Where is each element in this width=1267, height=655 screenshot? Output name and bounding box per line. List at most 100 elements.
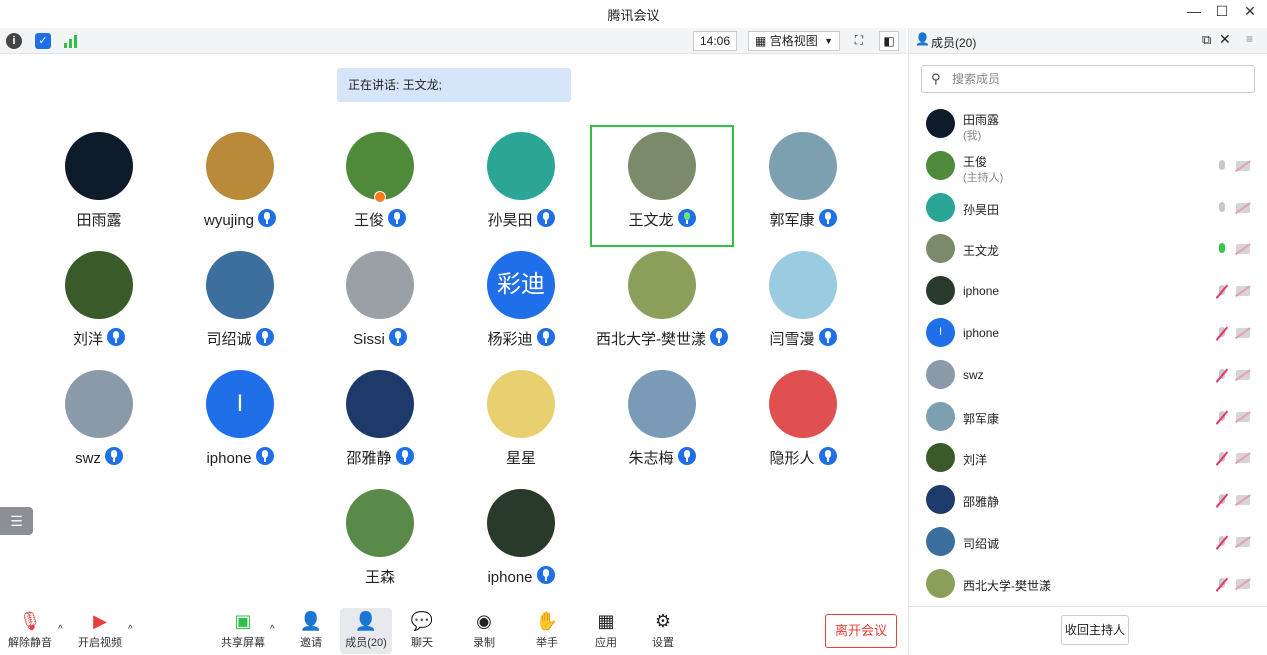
mic-icon[interactable]: [1215, 242, 1229, 258]
share-screen-button[interactable]: ▣ 共享屏幕: [217, 608, 269, 654]
maximize-button[interactable]: ☐: [1210, 3, 1234, 20]
start-video-button[interactable]: ▶ 开启视频: [74, 608, 126, 654]
mic-icon[interactable]: [1215, 451, 1229, 467]
member-list-item[interactable]: 郭军康: [909, 398, 1267, 440]
menu-icon[interactable]: ≡: [1246, 32, 1253, 46]
participant-tile[interactable]: 隐形人: [733, 365, 873, 483]
record-icon: ◉: [476, 611, 492, 631]
participant-tile[interactable]: wyujing: [170, 127, 310, 245]
camera-off-icon[interactable]: [1236, 495, 1250, 506]
pop-out-icon[interactable]: ⧉: [1202, 32, 1211, 48]
record-label: 录制: [473, 637, 495, 649]
member-list-item[interactable]: 西北大学-樊世漾: [909, 565, 1267, 607]
camera-off-icon[interactable]: [1236, 244, 1250, 255]
signal-icon[interactable]: [64, 34, 80, 48]
camera-off-icon[interactable]: [1236, 411, 1250, 422]
fullscreen-icon[interactable]: ⛶: [849, 31, 869, 51]
mic-icon[interactable]: [1215, 326, 1229, 342]
shield-icon[interactable]: ✓: [35, 33, 51, 49]
mic-icon[interactable]: [1215, 368, 1229, 384]
member-list-item[interactable]: 刘洋: [909, 439, 1267, 481]
members-panel-header: 👤 成员(20) ⧉ ✕ ≡: [909, 28, 1267, 54]
camera-off-icon[interactable]: [1236, 160, 1250, 171]
avatar: [628, 132, 696, 200]
member-list-item[interactable]: 田雨露 (我): [909, 105, 1267, 147]
chat-button[interactable]: 💬 聊天: [396, 608, 448, 654]
member-list-item[interactable]: iphone: [909, 272, 1267, 314]
participant-tile[interactable]: 王俊: [310, 127, 450, 245]
reclaim-host-button[interactable]: 收回主持人: [1061, 615, 1129, 645]
participant-tile[interactable]: swz: [29, 365, 169, 483]
member-list-item[interactable]: 孙昊田: [909, 189, 1267, 231]
camera-off-icon[interactable]: [1236, 286, 1250, 297]
avatar: [628, 370, 696, 438]
participant-tile[interactable]: 孙昊田: [451, 127, 591, 245]
member-list-item[interactable]: 司绍诚: [909, 523, 1267, 565]
participant-tile[interactable]: 田雨露: [29, 127, 169, 245]
participant-name: 隐形人: [769, 450, 815, 467]
record-button[interactable]: ◉ 录制: [458, 608, 510, 654]
mic-icon: [395, 447, 414, 465]
gear-icon: ⚙: [654, 611, 672, 631]
mic-icon: [818, 447, 837, 465]
participant-name: iphone: [206, 450, 252, 467]
share-screen-icon: ▣: [234, 611, 252, 631]
list-toggle-icon[interactable]: ☰: [0, 507, 33, 535]
video-options-chevron[interactable]: ^: [128, 624, 133, 635]
mic-icon[interactable]: [1215, 577, 1229, 593]
mic-icon[interactable]: [1215, 159, 1229, 175]
camera-off-icon[interactable]: [1236, 328, 1250, 338]
member-list-item[interactable]: 王俊 (主持人): [909, 147, 1267, 189]
camera-off-icon[interactable]: [1236, 369, 1250, 380]
settings-button[interactable]: ⚙ 设置: [637, 608, 689, 654]
camera-off-icon[interactable]: [1236, 453, 1250, 464]
participant-tile[interactable]: 郭军康: [733, 127, 873, 245]
close-button[interactable]: ✕: [1238, 3, 1262, 20]
camera-off-icon[interactable]: [1236, 537, 1250, 547]
participant-tile[interactable]: iphone: [451, 484, 591, 602]
mic-icon[interactable]: [1215, 284, 1229, 300]
mic-icon[interactable]: [1215, 410, 1229, 426]
member-list-item[interactable]: swz: [909, 356, 1267, 398]
member-list-item[interactable]: 邵雅静: [909, 481, 1267, 523]
member-name: 孙昊田: [963, 202, 1000, 217]
view-mode-dropdown[interactable]: ▦ 宫格视图 ▼: [748, 31, 840, 51]
participant-tile[interactable]: 西北大学-樊世漾: [592, 246, 732, 364]
camera-off-icon[interactable]: [1236, 202, 1250, 213]
participant-tile[interactable]: 星星: [451, 365, 591, 483]
info-icon[interactable]: i: [6, 33, 22, 49]
raise-hand-label: 举手: [536, 637, 558, 649]
member-search-input[interactable]: ⚲ 搜索成员: [921, 65, 1255, 93]
close-panel-icon[interactable]: ✕: [1219, 31, 1231, 48]
member-list-item[interactable]: Iiphone: [909, 314, 1267, 356]
invite-label: 邀请: [300, 637, 322, 649]
unmute-button[interactable]: 🎙 解除静音: [4, 608, 56, 654]
share-options-chevron[interactable]: ^: [270, 624, 275, 635]
raise-hand-button[interactable]: ✋ 举手: [521, 608, 573, 654]
members-button[interactable]: 👤 成员(20): [340, 608, 392, 654]
side-panel-toggle-icon[interactable]: ◧: [879, 31, 899, 51]
camera-off-icon[interactable]: [1236, 578, 1250, 589]
participant-tile[interactable]: 邵雅静: [310, 365, 450, 483]
participant-tile[interactable]: 王文龙: [590, 125, 734, 247]
participant-tile[interactable]: 朱志梅: [592, 365, 732, 483]
members-label: 成员(20): [345, 637, 387, 649]
audio-options-chevron[interactable]: ^: [58, 624, 63, 635]
participant-tile[interactable]: Sissi: [310, 246, 450, 364]
apps-button[interactable]: ▦ 应用: [580, 608, 632, 654]
invite-button[interactable]: 👤 邀请: [285, 608, 337, 654]
participant-name: 王森: [364, 569, 395, 586]
mic-icon[interactable]: [1215, 493, 1229, 509]
camera-off-icon: ▶: [93, 611, 107, 631]
mic-icon[interactable]: [1215, 201, 1229, 217]
participant-tile[interactable]: 彩迪 杨彩迪: [451, 246, 591, 364]
minimize-button[interactable]: —: [1182, 3, 1206, 19]
participant-tile[interactable]: 王森: [310, 484, 450, 602]
participant-tile[interactable]: 刘洋: [29, 246, 169, 364]
participant-tile[interactable]: 闫雪漫: [733, 246, 873, 364]
participant-tile[interactable]: 司绍诚: [170, 246, 310, 364]
participant-tile[interactable]: Iiphone: [170, 365, 310, 483]
mic-icon[interactable]: [1215, 535, 1229, 551]
member-list-item[interactable]: 王文龙: [909, 230, 1267, 272]
leave-meeting-button[interactable]: 离开会议: [825, 614, 897, 648]
